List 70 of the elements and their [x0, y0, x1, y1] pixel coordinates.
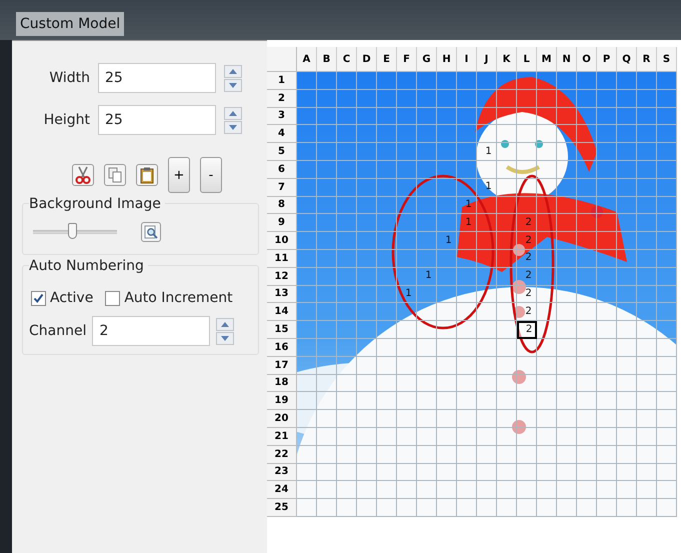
checkbox-label: Auto Increment — [124, 290, 233, 306]
column-header: J — [477, 47, 497, 72]
row-header: 3 — [267, 108, 297, 126]
grid-cell[interactable]: 1 — [397, 286, 417, 304]
row-header: 12 — [267, 268, 297, 286]
field-label: Height — [42, 112, 90, 128]
row-header: 14 — [267, 303, 297, 322]
row-header: 18 — [267, 374, 297, 392]
column-header: B — [317, 47, 337, 72]
row-header: 19 — [267, 392, 297, 410]
text-button[interactable]: - — [200, 157, 222, 193]
row-header: 17 — [267, 356, 297, 375]
row-header: 4 — [267, 125, 297, 144]
text-button[interactable]: + — [168, 157, 190, 193]
row-header: 7 — [267, 178, 297, 197]
grid-cell[interactable]: 1 — [477, 178, 497, 197]
column-header: C — [337, 47, 357, 72]
row-header: 25 — [267, 499, 297, 517]
grid-cell[interactable]: 1 — [437, 232, 457, 250]
grid-cell[interactable]: 2 — [517, 286, 537, 304]
column-header: N — [557, 47, 577, 72]
column-header: H — [437, 47, 457, 72]
number-field[interactable]: 25 — [98, 63, 216, 93]
row-header: 5 — [267, 143, 297, 161]
column-header: E — [377, 47, 397, 72]
field-label: Channel — [29, 323, 86, 339]
row-header: 13 — [267, 286, 297, 304]
column-header: Q — [617, 47, 637, 72]
window-title: Custom Model — [16, 12, 124, 36]
grid-cell[interactable]: 2 — [517, 214, 537, 232]
grid-cell[interactable]: 1 — [417, 268, 437, 286]
column-header: M — [537, 47, 557, 72]
row-header: 16 — [267, 338, 297, 357]
column-header: D — [357, 47, 377, 72]
grid-cell[interactable]: 2 — [517, 303, 537, 322]
field-label: Width — [48, 70, 90, 86]
row-header: 11 — [267, 250, 297, 268]
column-header: F — [397, 47, 417, 72]
row-header: 23 — [267, 464, 297, 482]
grid-cell[interactable]: 2 — [517, 321, 537, 339]
row-header: 22 — [267, 446, 297, 464]
column-header: P — [597, 47, 617, 72]
row-header: 6 — [267, 160, 297, 179]
grid-cell[interactable]: 2 — [517, 268, 537, 286]
checkbox-label: Active — [50, 290, 94, 306]
column-header: K — [497, 47, 517, 72]
column-header: R — [637, 47, 657, 72]
grid-cell[interactable]: 2 — [517, 250, 537, 268]
row-header: 24 — [267, 481, 297, 500]
row-header: 8 — [267, 196, 297, 214]
row-header: 9 — [267, 214, 297, 232]
column-header: L — [517, 47, 537, 72]
group-title: Background Image — [29, 196, 165, 212]
grid-cell[interactable]: 1 — [457, 214, 477, 232]
number-field[interactable]: 2 — [92, 316, 210, 346]
column-header: A — [297, 47, 317, 72]
column-header: S — [657, 47, 677, 72]
column-header: G — [417, 47, 437, 72]
row-header: 10 — [267, 232, 297, 250]
group-title: Auto Numbering — [29, 258, 148, 274]
row-header: 1 — [267, 72, 297, 90]
column-header: I — [457, 47, 477, 72]
grid-cell[interactable]: 1 — [477, 143, 497, 161]
row-header: 21 — [267, 428, 297, 446]
column-header: O — [577, 47, 597, 72]
row-header: 15 — [267, 321, 297, 339]
number-field[interactable]: 25 — [98, 105, 216, 135]
grid-cell[interactable]: 2 — [517, 232, 537, 250]
row-header: 20 — [267, 410, 297, 428]
row-header: 2 — [267, 90, 297, 108]
